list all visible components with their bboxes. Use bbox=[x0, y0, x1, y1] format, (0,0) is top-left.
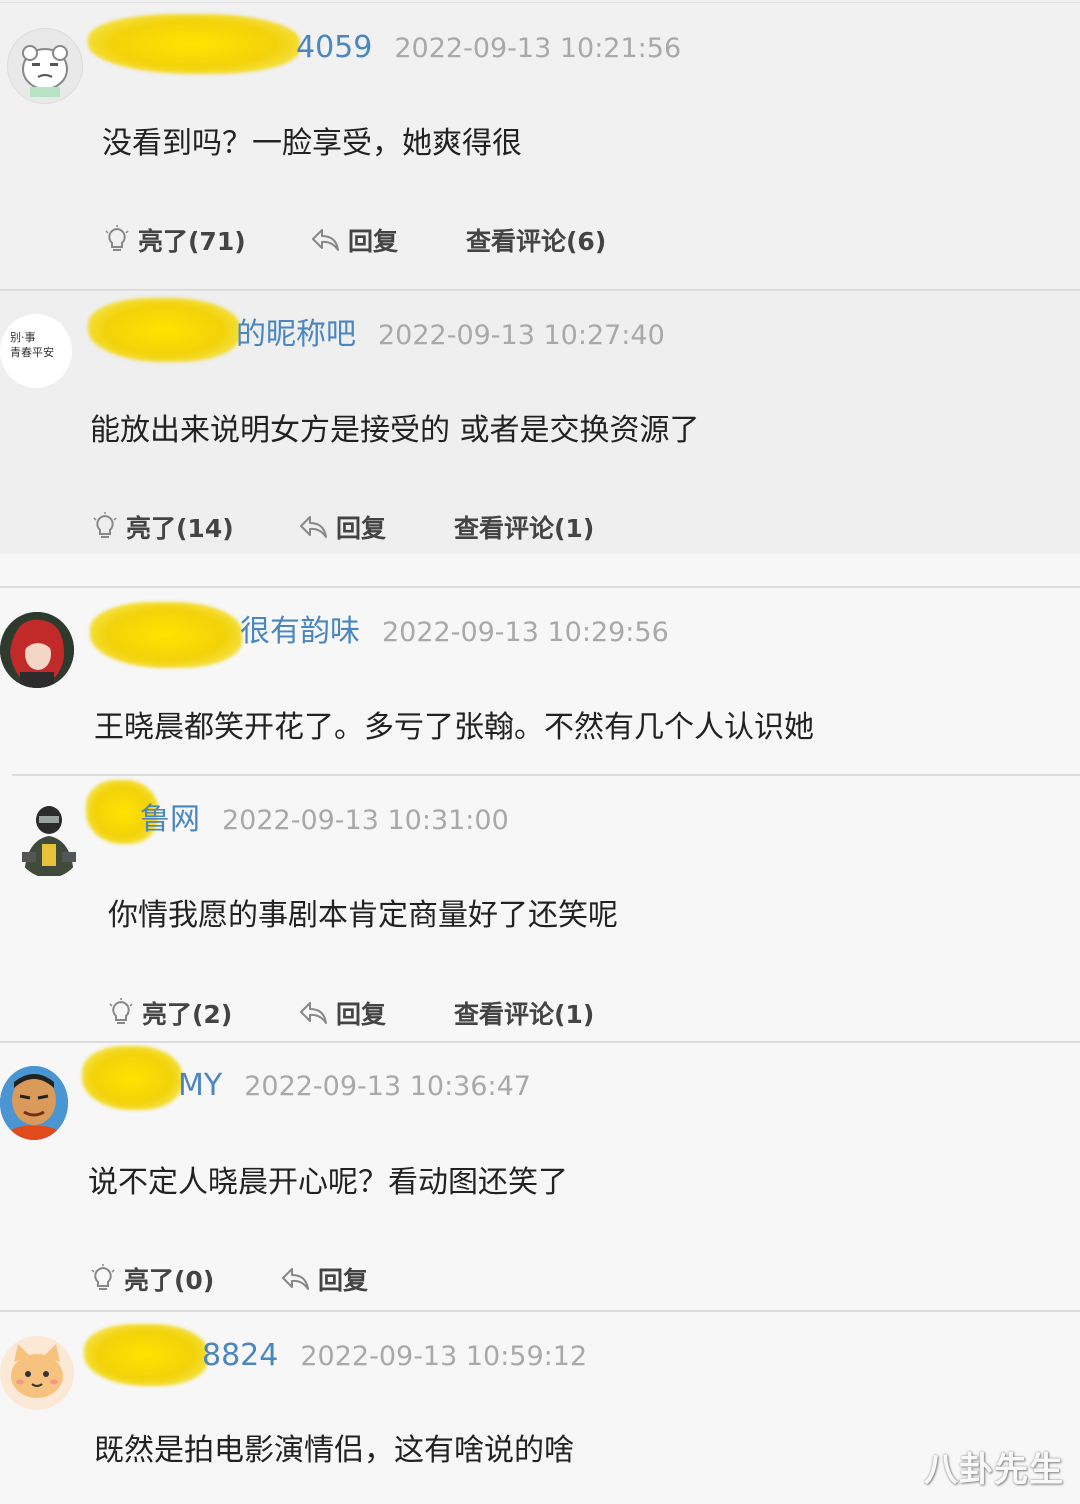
view-comments-button[interactable]: 查看评论(1) bbox=[454, 993, 594, 1033]
like-count: 亮了(14) bbox=[126, 514, 234, 543]
username[interactable]: 很有韵味 bbox=[240, 614, 360, 649]
like-button[interactable]: 亮了(2) bbox=[108, 993, 232, 1033]
timestamp: 2022-09-13 10:36:47 bbox=[244, 1071, 531, 1102]
comment-text: 没看到吗？一脸享受，她爽得很 bbox=[102, 126, 522, 161]
redaction-mark bbox=[88, 14, 300, 74]
comment-actions: 亮了(14) 回复 查看评论(1) bbox=[92, 507, 692, 547]
lightbulb-icon bbox=[105, 225, 129, 251]
cat-face-icon bbox=[11, 1344, 63, 1398]
reply-arrow-icon bbox=[282, 1268, 309, 1290]
like-count: 亮了(0) bbox=[124, 1266, 215, 1295]
comment-header: 很有韵味 2022-09-13 10:29:56 bbox=[240, 612, 669, 653]
comment-header: 鲁网 2022-09-13 10:31:00 bbox=[140, 800, 509, 841]
reply-button[interactable]: 回复 bbox=[310, 220, 398, 260]
view-comments-label: 查看评论(1) bbox=[454, 514, 595, 543]
divider bbox=[0, 289, 1080, 291]
redaction-mark bbox=[84, 1324, 208, 1386]
lightbulb-icon bbox=[109, 998, 133, 1024]
reply-button[interactable]: 回复 bbox=[298, 993, 386, 1033]
reply-arrow-icon bbox=[312, 229, 339, 251]
reply-label: 回复 bbox=[318, 1266, 369, 1295]
like-button[interactable]: 亮了(0) bbox=[90, 1259, 214, 1299]
comment-text: 能放出来说明女方是接受的 或者是交换资源了 bbox=[90, 413, 700, 448]
cartoon-face-icon bbox=[0, 1066, 68, 1140]
avatar[interactable] bbox=[0, 612, 74, 688]
comment-text: 既然是拍电影演情侣，这有啥说的啥 bbox=[94, 1433, 574, 1468]
like-button[interactable]: 亮了(14) bbox=[92, 507, 234, 547]
divider bbox=[0, 2, 1080, 3]
timestamp: 2022-09-13 10:27:40 bbox=[378, 320, 665, 351]
watermark: 八卦先生 bbox=[924, 1450, 1064, 1490]
divider bbox=[0, 1310, 1080, 1312]
timestamp: 2022-09-13 10:59:12 bbox=[300, 1341, 588, 1372]
redaction-mark bbox=[88, 298, 240, 362]
reply-label: 回复 bbox=[336, 1000, 387, 1029]
reply-label: 回复 bbox=[336, 514, 387, 543]
timestamp: 2022-09-13 10:29:56 bbox=[382, 617, 669, 648]
comment-actions: 亮了(71) 回复 查看评论(6) bbox=[104, 220, 704, 260]
avatar[interactable]: 别·事 青春平安 bbox=[0, 314, 72, 388]
divider bbox=[0, 586, 1080, 588]
reply-arrow-icon bbox=[300, 1002, 327, 1024]
view-comments-label: 查看评论(6) bbox=[466, 227, 607, 256]
username[interactable]: 4059 bbox=[296, 30, 372, 65]
anime-character-icon bbox=[0, 612, 74, 688]
like-count: 亮了(2) bbox=[142, 1000, 233, 1029]
reply-label: 回复 bbox=[348, 227, 399, 256]
avatar-calligraphy: 别·事 青春平安 bbox=[10, 331, 54, 359]
lightbulb-icon bbox=[91, 1264, 115, 1290]
view-comments-button[interactable]: 查看评论(6) bbox=[466, 220, 606, 260]
like-count: 亮了(71) bbox=[138, 227, 246, 256]
reply-button[interactable]: 回复 bbox=[298, 507, 386, 547]
view-comments-button[interactable]: 查看评论(1) bbox=[454, 507, 594, 547]
username[interactable]: MY bbox=[178, 1068, 222, 1103]
cartoon-face-icon bbox=[22, 45, 68, 97]
redaction-mark bbox=[82, 1046, 182, 1110]
view-comments-label: 查看评论(1) bbox=[454, 1000, 595, 1029]
reply-button[interactable]: 回复 bbox=[280, 1259, 368, 1299]
comment-header: 4059 2022-09-13 10:21:56 bbox=[296, 28, 681, 69]
comment-text: 你情我愿的事剧本肯定商量好了还笑呢 bbox=[108, 898, 618, 933]
reply-arrow-icon bbox=[300, 516, 327, 538]
lightbulb-icon bbox=[93, 512, 117, 538]
comment-header: MY 2022-09-13 10:36:47 bbox=[178, 1066, 531, 1107]
redaction-mark bbox=[90, 602, 242, 668]
comment-header: 8824 2022-09-13 10:59:12 bbox=[202, 1336, 587, 1377]
comment-actions: 亮了(2) 回复 查看评论(1) bbox=[108, 993, 708, 1033]
avatar[interactable] bbox=[0, 1066, 68, 1140]
avatar[interactable] bbox=[7, 28, 83, 104]
comment-text: 王晓晨都笑开花了。多亏了张翰。不然有几个人认识她 bbox=[94, 710, 814, 745]
timestamp: 2022-09-13 10:21:56 bbox=[394, 33, 682, 64]
comment-actions: 亮了(0) 回复 bbox=[90, 1259, 690, 1299]
avatar[interactable] bbox=[14, 800, 84, 878]
divider bbox=[0, 1041, 1080, 1043]
username[interactable]: 鲁网 bbox=[140, 802, 200, 837]
username[interactable]: 的昵称吧 bbox=[236, 317, 356, 352]
timestamp: 2022-09-13 10:31:00 bbox=[222, 805, 509, 836]
username[interactable]: 8824 bbox=[202, 1338, 278, 1373]
comment-header: 的昵称吧 2022-09-13 10:27:40 bbox=[236, 315, 665, 356]
avatar[interactable] bbox=[0, 1336, 74, 1410]
comment-text: 说不定人晓晨开心呢？看动图还笑了 bbox=[88, 1165, 568, 1200]
divider bbox=[12, 774, 1080, 776]
soldier-figure-icon bbox=[22, 806, 76, 876]
like-button[interactable]: 亮了(71) bbox=[104, 220, 246, 260]
